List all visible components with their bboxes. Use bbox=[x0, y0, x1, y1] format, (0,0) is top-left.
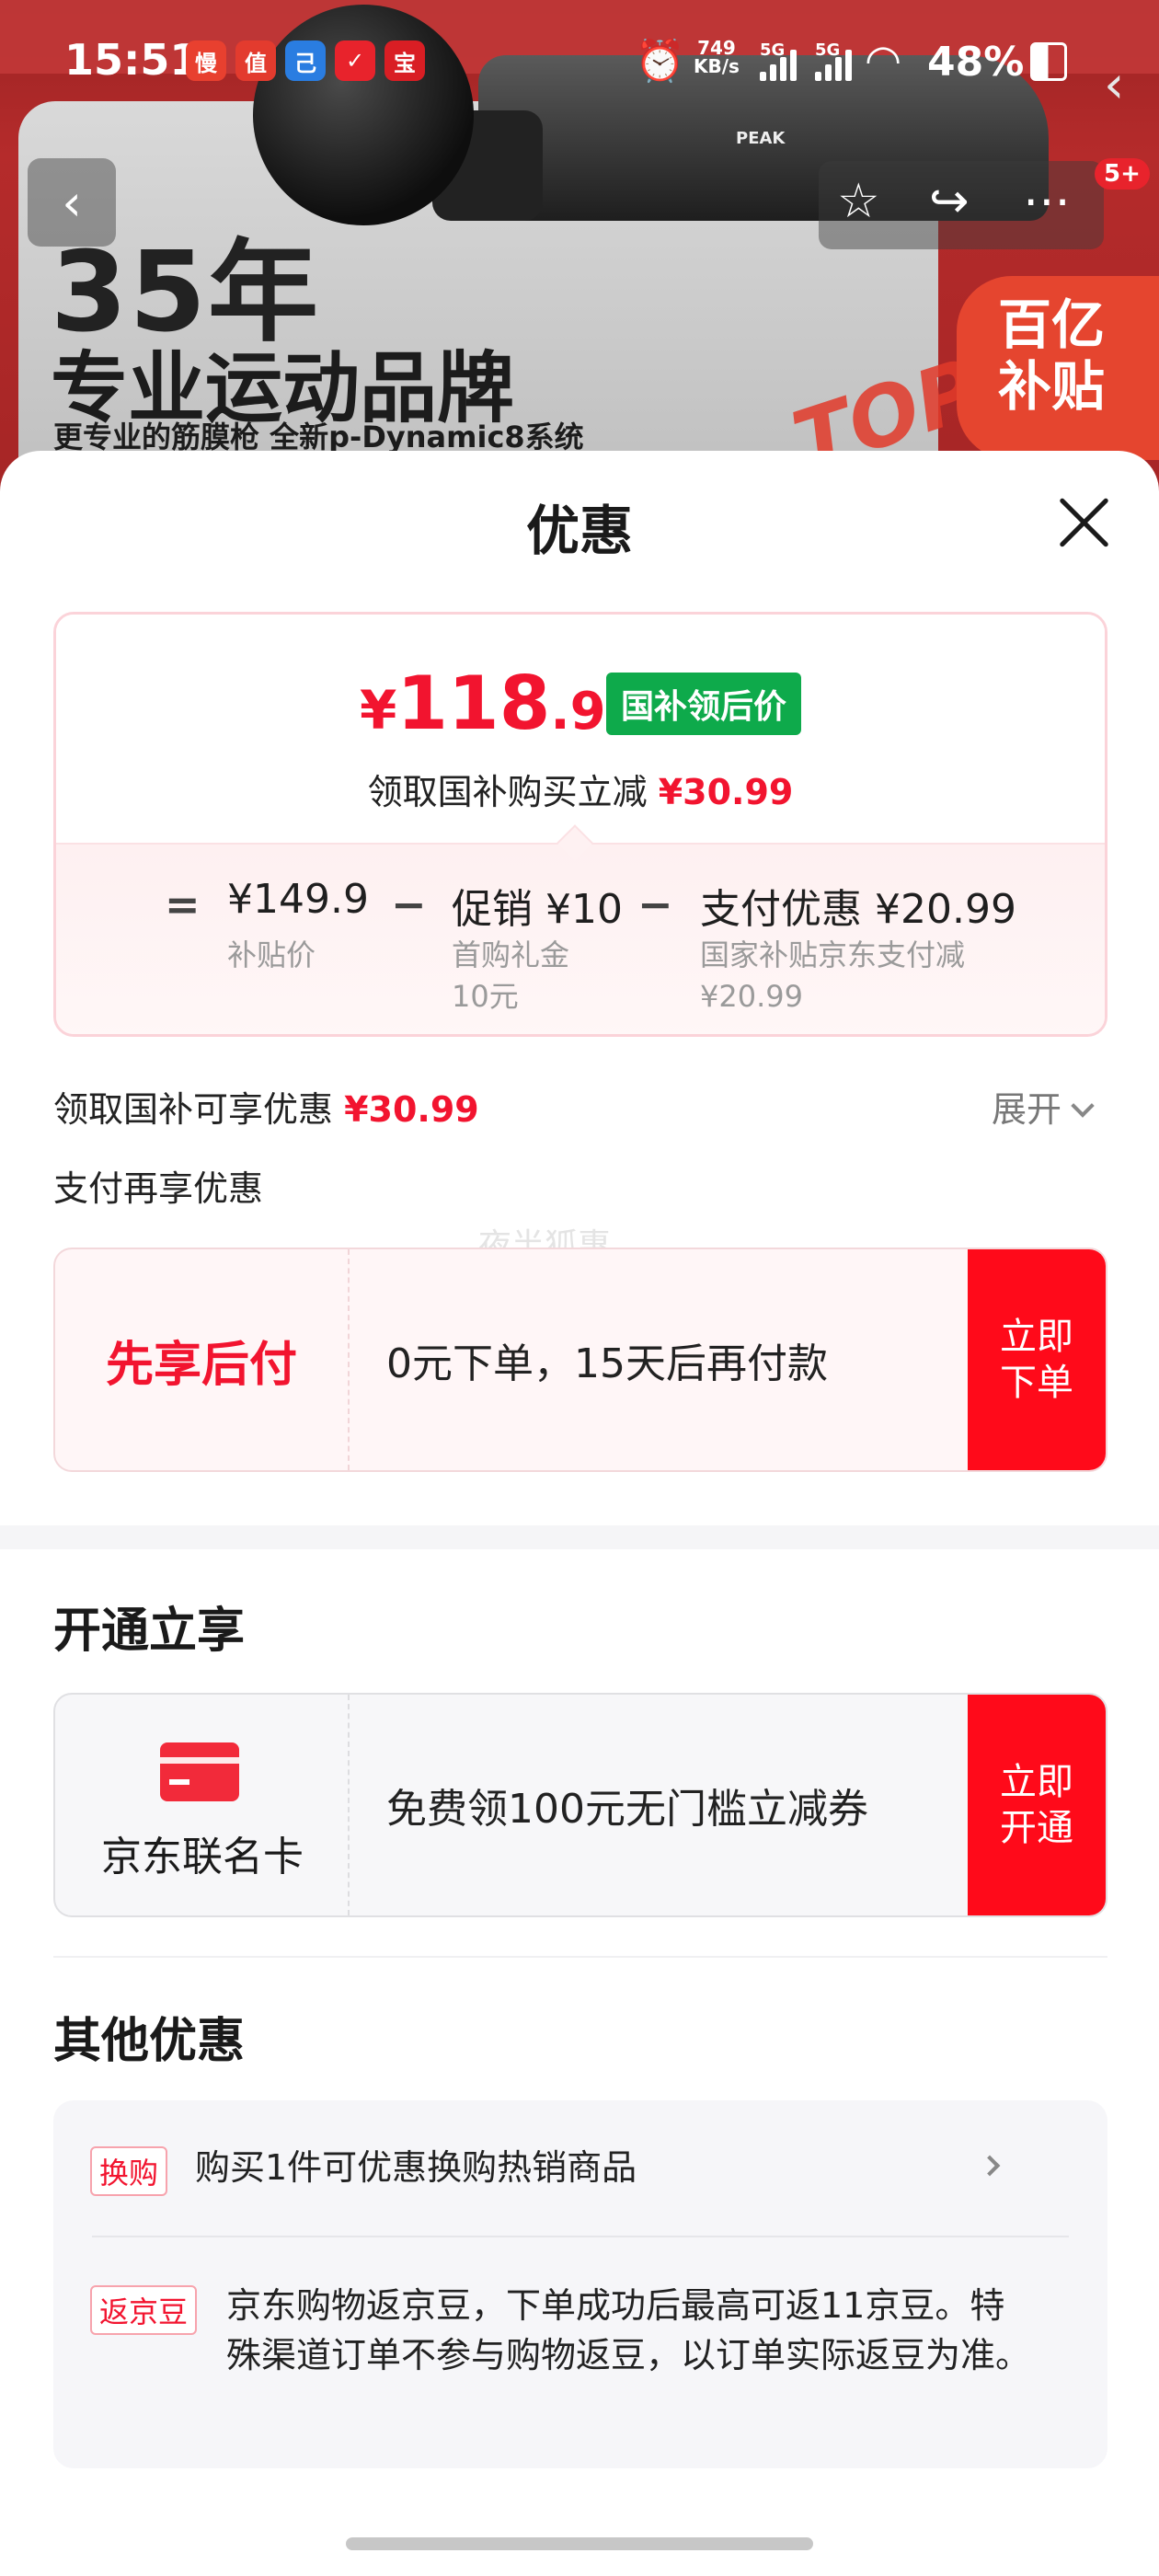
cobrand-card-label: 京东联名卡 bbox=[101, 1834, 304, 1880]
net-speed-unit: KB/s bbox=[694, 55, 740, 77]
cobrand-card-left: 京东联名卡 bbox=[55, 1695, 350, 1915]
credit-card-icon bbox=[160, 1742, 239, 1801]
offer-tag-exchange: 换购 bbox=[90, 2146, 168, 2196]
status-time: 15:51 bbox=[64, 35, 200, 85]
claim-label: 领取国补可享优惠 bbox=[53, 1089, 334, 1130]
claim-value: ¥30.99 bbox=[344, 1089, 479, 1130]
expand-label: 展开 bbox=[992, 1089, 1062, 1130]
price-summary: ¥118.91 国补领后价 领取国补购买立减 ¥30.99 bbox=[56, 615, 1105, 843]
pay-discount-value: 支付优惠 ¥20.99 bbox=[700, 886, 1016, 933]
edge-back-chevron-icon[interactable]: ‹ bbox=[1104, 55, 1124, 115]
subsidy-price-value: ¥149.9 bbox=[227, 876, 369, 923]
other-section-title: 其他优惠 bbox=[53, 2014, 246, 2069]
offer-text-jingdou: 京东购物返京豆，下单成功后最高可返11京豆。特殊渠道订单不参与购物返豆，以订单实… bbox=[226, 2285, 1031, 2375]
subsidy-price-label: 补贴价 bbox=[227, 937, 316, 972]
offer-tag-jingdou: 返京豆 bbox=[90, 2285, 198, 2335]
equals-sign: = bbox=[165, 880, 201, 929]
close-button[interactable] bbox=[1047, 486, 1120, 559]
final-price: ¥118.91 bbox=[360, 661, 642, 746]
pay-discount-label: 国家补贴京东支付减 ¥20.99 bbox=[700, 935, 965, 1018]
promo-label-line2: 10元 bbox=[452, 978, 519, 1014]
home-indicator[interactable] bbox=[346, 2537, 813, 2550]
offer-text-exchange[interactable]: 购买1件可优惠换购热销商品 bbox=[195, 2144, 637, 2193]
promo-value: 促销 ¥10 bbox=[452, 886, 623, 933]
pay-label-line2: ¥20.99 bbox=[700, 978, 803, 1014]
pay-later-title: 先享后付 bbox=[55, 1249, 350, 1470]
expand-toggle[interactable]: 展开 bbox=[992, 1081, 1095, 1132]
app-icon-blue: 己 bbox=[285, 40, 326, 81]
section-divider bbox=[0, 1525, 1159, 1549]
minus-sign-1: − bbox=[391, 880, 427, 929]
promo-label: 首购礼金 10元 bbox=[452, 935, 569, 1018]
price-calculation: = ¥149.9 补贴价 − 促销 ¥10 首购礼金 10元 − 支付优惠 ¥2… bbox=[56, 843, 1105, 1034]
app-icon-man: 慢 bbox=[186, 40, 226, 81]
app-icon-arrow: ✓ bbox=[335, 40, 375, 81]
offer-separator bbox=[92, 2236, 1069, 2237]
status-right: ⏰ 749 KB/s 5G 5G ◠ 48% bbox=[635, 35, 1150, 90]
claim-row: 领取国补可享优惠 ¥30.99 bbox=[53, 1081, 479, 1132]
more-icon[interactable]: ⋯ bbox=[1023, 174, 1071, 229]
top-actions: ☆ ↪ ⋯ bbox=[819, 161, 1104, 249]
share-icon[interactable]: ↪ bbox=[929, 174, 970, 229]
open-section-title: 开通立享 bbox=[53, 1604, 246, 1659]
app-icon-bao: 宝 bbox=[384, 40, 425, 81]
app-icon-zhi: 值 bbox=[235, 40, 276, 81]
back-button[interactable]: ‹ bbox=[28, 158, 116, 247]
reduce-value: ¥30.99 bbox=[658, 772, 794, 812]
reduce-label: 领取国补购买立减 bbox=[367, 772, 648, 812]
subsidy-badge: 百亿 补贴 bbox=[957, 276, 1159, 460]
divider bbox=[53, 1956, 1107, 1958]
cobrand-card-text: 免费领100元无门槛立减券 bbox=[386, 1786, 868, 1833]
price-integer: 118 bbox=[396, 661, 551, 746]
promo-label-line1: 首购礼金 bbox=[452, 937, 570, 972]
signal-bars-2-icon bbox=[815, 50, 855, 81]
favorite-star-icon[interactable]: ☆ bbox=[837, 174, 880, 229]
price-currency: ¥ bbox=[360, 679, 397, 742]
sheet-title: 优惠 bbox=[525, 500, 633, 562]
pay-later-card[interactable]: 先享后付 0元下单，15天后再付款 立即 下单 bbox=[53, 1248, 1107, 1472]
signal-bars-1-icon bbox=[760, 50, 800, 81]
alarm-icon: ⏰ bbox=[635, 38, 685, 85]
price-breakdown-card: ¥118.91 国补领后价 领取国补购买立减 ¥30.99 = ¥149.9 补… bbox=[53, 612, 1107, 1037]
net-speed-value: 749 bbox=[697, 37, 736, 59]
minus-sign-2: − bbox=[637, 880, 673, 929]
message-count-badge: 5+ bbox=[1095, 158, 1150, 190]
battery-level: 48% bbox=[927, 39, 1025, 86]
brand-logo: PEAK bbox=[736, 129, 786, 148]
pay-later-text: 0元下单，15天后再付款 bbox=[386, 1340, 828, 1387]
pay-label-line1: 国家补贴京东支付减 bbox=[700, 937, 966, 972]
order-now-button[interactable]: 立即 下单 bbox=[968, 1249, 1106, 1470]
status-bar: 15:51 慢 值 己 ✓ 宝 ⏰ 749 KB/s 5G 5G ◠ 48% bbox=[0, 0, 1159, 110]
subsidy-price-tag: 国补领后价 bbox=[606, 673, 802, 735]
open-now-button[interactable]: 立即 开通 bbox=[968, 1695, 1106, 1915]
battery-icon bbox=[1030, 42, 1067, 81]
cobrand-card-offer[interactable]: 京东联名卡 免费领100元无门槛立减券 立即 开通 bbox=[53, 1693, 1107, 1917]
reduce-line: 领取国补购买立减 ¥30.99 bbox=[56, 764, 1105, 814]
net-speed: 749 KB/s bbox=[694, 39, 740, 75]
pay-section-label: 支付再享优惠 bbox=[53, 1168, 264, 1209]
wifi-icon: ◠ bbox=[865, 35, 902, 85]
chevron-down-icon bbox=[1071, 1094, 1095, 1118]
